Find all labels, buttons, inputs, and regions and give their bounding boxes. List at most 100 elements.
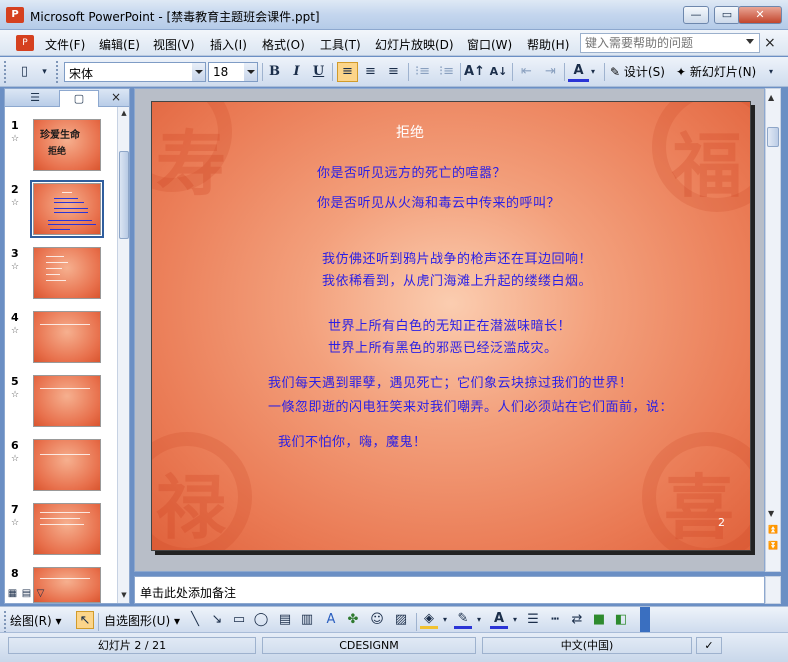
thumbnail-slide-6[interactable]: 6 ☆ — [5, 439, 117, 501]
chevron-down-icon[interactable] — [746, 39, 754, 44]
align-right-icon[interactable]: ≡ — [383, 62, 404, 82]
thumbnail-scrollbar[interactable]: ▲ ▼ — [117, 107, 129, 603]
clipart-icon[interactable]: ☺ — [368, 611, 386, 629]
toolbar-options-icon[interactable]: ▾ — [764, 62, 778, 82]
slide-body-line[interactable]: 世界上所有黑色的邪恶已经泛滥成灾。 — [328, 337, 558, 356]
scroll-down-icon[interactable]: ▼ — [119, 591, 129, 601]
bullet-list-icon[interactable]: ⁝≡ — [436, 62, 457, 82]
toolbar-grip[interactable] — [4, 611, 7, 633]
chevron-down-icon[interactable]: ▾ — [474, 611, 484, 629]
vertical-textbox-icon[interactable]: ▥ — [298, 611, 316, 629]
slide-body-line[interactable]: 一倏忽即逝的闪电狂笑来对我们嘲弄。人们必须站在它们面前，说： — [268, 396, 673, 415]
notes-scrollbar[interactable] — [765, 576, 781, 604]
diagram-icon[interactable]: ✤ — [344, 611, 362, 629]
wordart-icon[interactable]: A — [322, 611, 340, 629]
scroll-up-icon[interactable]: ▲ — [119, 109, 129, 119]
menu-format[interactable]: 格式(O) — [262, 36, 305, 53]
menu-window[interactable]: 窗口(W) — [467, 36, 512, 53]
normal-view-icon[interactable]: ▦ — [6, 588, 19, 601]
numbered-list-icon[interactable]: ⁝≡ — [412, 62, 433, 82]
scroll-up-icon[interactable]: ▲ — [768, 93, 774, 102]
scroll-down-icon[interactable]: ▼ — [768, 509, 774, 518]
italic-button[interactable]: I — [286, 62, 307, 82]
chevron-down-icon[interactable]: ▾ — [440, 611, 450, 629]
arrow-icon[interactable]: ↘ — [208, 611, 226, 629]
fill-color-icon[interactable]: ◈ — [420, 611, 438, 629]
design-button[interactable]: ✎ 设计(S) — [610, 63, 665, 80]
previous-slide-icon[interactable]: ⏫ — [768, 525, 778, 534]
oval-icon[interactable]: ◯ — [252, 611, 270, 629]
dash-style-icon[interactable]: ┅ — [546, 611, 564, 629]
close-button[interactable]: ✕ — [738, 6, 782, 24]
slide-body-line[interactable]: 我依稀看到，从虎门海滩上升起的缕缕白烟。 — [322, 270, 592, 289]
document-icon[interactable]: P — [16, 35, 34, 51]
menu-help[interactable]: 帮助(H) — [527, 36, 569, 53]
underline-button[interactable]: U — [308, 62, 329, 82]
slide-body-line[interactable]: 我仿佛还听到鸦片战争的枪声还在耳边回响！ — [322, 248, 592, 267]
menu-file[interactable]: 文件(F) — [45, 36, 85, 53]
textbox-icon[interactable]: ▤ — [276, 611, 294, 629]
font-color-icon[interactable]: A — [568, 62, 589, 82]
line-icon[interactable]: ╲ — [186, 611, 204, 629]
slide-canvas[interactable]: 寿 福 禄 喜 拒绝 你是否听见远方的死亡的喧嚣？ 你是否听见从火海和毒云中传来… — [151, 101, 751, 551]
picture-icon[interactable]: ▨ — [392, 611, 410, 629]
tab-slides[interactable]: ▢ — [59, 90, 99, 107]
scrollbar-thumb[interactable] — [767, 127, 779, 147]
autoshapes-button[interactable]: 自选图形(U) ▾ — [104, 612, 180, 629]
slide-scrollbar[interactable]: ▲ ▼ ⏫ ⏬ — [765, 88, 781, 572]
align-center-icon[interactable]: ≡ — [360, 62, 381, 82]
chevron-down-icon[interactable] — [244, 63, 257, 81]
spelling-check-icon[interactable]: ✓ — [696, 637, 722, 654]
select-pointer-icon[interactable]: ↖ — [76, 611, 94, 629]
decrease-font-icon[interactable]: A↓ — [488, 62, 509, 82]
align-left-icon[interactable]: ≡ — [337, 62, 358, 82]
menu-insert[interactable]: 插入(I) — [210, 36, 247, 53]
slideshow-view-icon[interactable]: ▽ — [34, 588, 47, 601]
arrow-style-icon[interactable]: ⇄ — [568, 611, 586, 629]
toolbar-options-icon[interactable]: ▾ — [34, 62, 55, 82]
toolbar-grip[interactable] — [4, 61, 7, 83]
chevron-down-icon[interactable]: ▾ — [510, 611, 520, 629]
slide-body-line[interactable]: 世界上所有白色的无知正在潜滋味暗长！ — [328, 315, 571, 334]
bold-button[interactable]: B — [264, 62, 285, 82]
slide-sorter-icon[interactable]: ▤ — [20, 588, 33, 601]
thumbnail-slide-7[interactable]: 7 ☆ — [5, 503, 117, 565]
chevron-down-icon[interactable]: ▾ — [588, 62, 598, 82]
decrease-indent-icon[interactable]: ⇤ — [516, 62, 537, 82]
menu-tools[interactable]: 工具(T) — [320, 36, 361, 53]
close-icon[interactable]: × — [111, 90, 121, 104]
font-size-select[interactable]: 18 — [208, 62, 258, 82]
menu-edit[interactable]: 编辑(E) — [99, 36, 140, 53]
tab-outline[interactable]: ☰ — [15, 90, 55, 107]
font-color-icon[interactable]: A — [490, 611, 508, 629]
scrollbar-thumb[interactable] — [119, 151, 129, 239]
line-color-icon[interactable]: ✎ — [454, 611, 472, 629]
thumbnail-slide-5[interactable]: 5 ☆ — [5, 375, 117, 437]
rectangle-icon[interactable]: ▭ — [230, 611, 248, 629]
slide-body-line[interactable]: 你是否听见远方的死亡的喧嚣？ — [317, 162, 506, 181]
close-document-icon[interactable]: × — [764, 35, 776, 51]
3d-style-icon[interactable]: ◧ — [612, 611, 630, 629]
thumbnail-slide-2[interactable]: 2 ☆ — [5, 180, 117, 245]
menu-slideshow[interactable]: 幻灯片放映(D) — [375, 36, 454, 53]
toolbar-grip[interactable] — [56, 61, 59, 83]
slide-body-line[interactable]: 我们不怕你，嗨，魔鬼！ — [278, 431, 427, 450]
slide-title[interactable]: 拒绝 — [396, 122, 424, 142]
chevron-down-icon[interactable] — [192, 63, 205, 81]
font-name-select[interactable]: 宋体 — [64, 62, 206, 82]
thumbnail-slide-1[interactable]: 1 ☆ 珍爱生命 拒绝 — [5, 119, 117, 181]
thumbnail-slide-4[interactable]: 4 ☆ — [5, 311, 117, 373]
toolbar-options-icon[interactable] — [640, 607, 650, 633]
slide-body-line[interactable]: 你是否听见从火海和毒云中传来的呼叫？ — [317, 192, 560, 211]
notes-pane[interactable]: 单击此处添加备注 — [134, 576, 765, 604]
slide-body-line[interactable]: 我们每天遇到罪孽，遇见死亡；它们象云块掠过我们的世界！ — [268, 372, 633, 391]
restore-button[interactable]: ▭ — [714, 6, 740, 24]
line-style-icon[interactable]: ☰ — [524, 611, 542, 629]
increase-indent-icon[interactable]: ⇥ — [540, 62, 561, 82]
menu-view[interactable]: 视图(V) — [153, 36, 195, 53]
new-document-icon[interactable]: ▯ — [14, 62, 35, 82]
thumbnail-slide-3[interactable]: 3 ☆ — [5, 247, 117, 309]
shadow-style-icon[interactable]: ■ — [590, 611, 608, 629]
help-search-input[interactable] — [580, 33, 760, 53]
next-slide-icon[interactable]: ⏬ — [768, 541, 778, 550]
